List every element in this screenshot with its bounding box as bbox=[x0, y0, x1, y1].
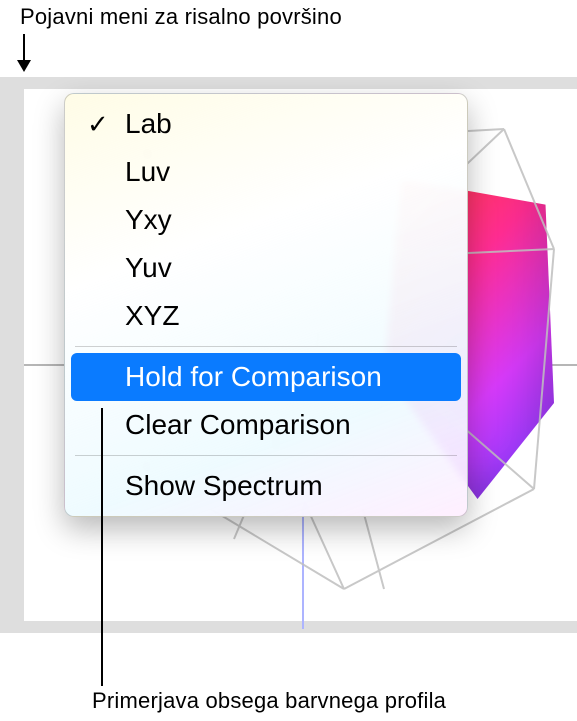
menu-item-label: Show Spectrum bbox=[125, 470, 323, 501]
menu-separator bbox=[75, 455, 457, 456]
menu-item-label: Yuv bbox=[125, 252, 172, 283]
menu-separator bbox=[75, 346, 457, 347]
annotation-bottom-line-icon bbox=[101, 408, 103, 686]
menu-item-label: Clear Comparison bbox=[125, 409, 351, 440]
menu-item-luv[interactable]: Luv bbox=[65, 148, 467, 196]
annotation-bottom-label: Primerjava obsega barvnega profila bbox=[92, 688, 446, 714]
menu-item-lab[interactable]: ✓ Lab bbox=[65, 100, 467, 148]
annotation-top-arrow-icon bbox=[23, 34, 25, 70]
menu-item-yuv[interactable]: Yuv bbox=[65, 244, 467, 292]
check-icon: ✓ bbox=[87, 106, 109, 142]
menu-item-yxy[interactable]: Yxy bbox=[65, 196, 467, 244]
annotation-top-label: Pojavni meni za risalno površino bbox=[20, 4, 342, 30]
menu-item-label: Yxy bbox=[125, 204, 172, 235]
menu-item-label: Lab bbox=[125, 108, 172, 139]
menu-item-show-spectrum[interactable]: Show Spectrum bbox=[65, 462, 467, 510]
menu-item-label: Hold for Comparison bbox=[125, 361, 382, 392]
menu-item-label: Luv bbox=[125, 156, 170, 187]
menu-item-xyz[interactable]: XYZ bbox=[65, 292, 467, 340]
menu-item-clear-comparison[interactable]: Clear Comparison bbox=[65, 401, 467, 449]
plot-stage: ✓ Lab Luv Yxy Yuv XYZ Hold for Compariso… bbox=[0, 77, 577, 633]
menu-item-hold-for-comparison[interactable]: Hold for Comparison bbox=[71, 353, 461, 401]
menu-item-label: XYZ bbox=[125, 300, 179, 331]
plot-canvas[interactable]: ✓ Lab Luv Yxy Yuv XYZ Hold for Compariso… bbox=[24, 89, 577, 621]
plot-surface-popup-menu[interactable]: ✓ Lab Luv Yxy Yuv XYZ Hold for Compariso… bbox=[64, 93, 468, 517]
